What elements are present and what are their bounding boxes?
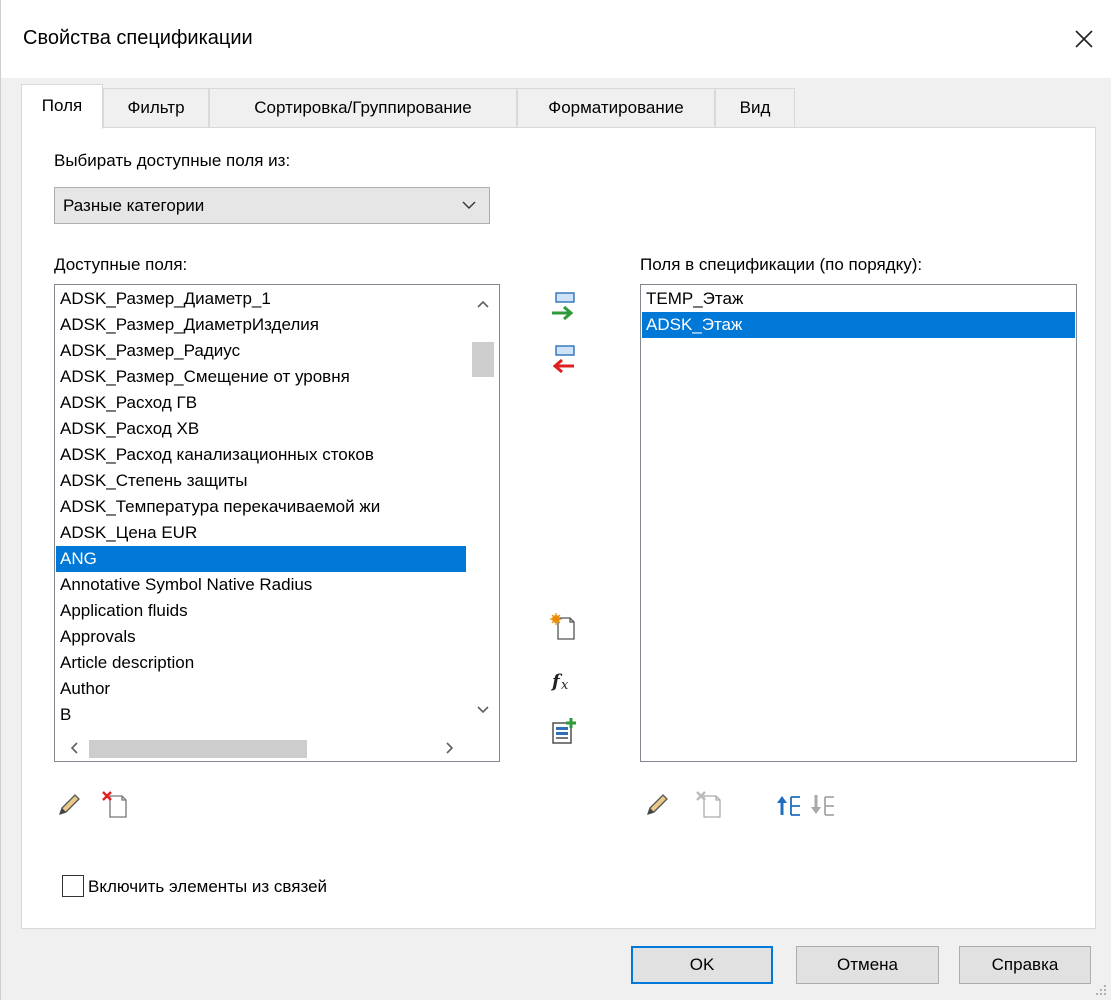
list-item[interactable]: Author xyxy=(56,676,466,702)
list-item[interactable]: Approvals xyxy=(56,624,466,650)
scroll-left-arrow[interactable] xyxy=(59,735,89,761)
list-item[interactable]: Application fluids xyxy=(56,598,466,624)
window-title: Свойства спецификации xyxy=(23,27,253,49)
vertical-scroll-thumb[interactable] xyxy=(472,342,494,377)
delete-parameter-icon xyxy=(102,791,127,818)
tab-sorting-grouping[interactable]: Сортировка/Группирование xyxy=(209,88,517,128)
tab-label: Фильтр xyxy=(127,97,185,117)
scroll-up-arrow[interactable] xyxy=(466,289,499,319)
schedule-properties-dialog: Свойства спецификации Поля Фильтр Сортир… xyxy=(0,0,1111,1000)
chevron-up-icon xyxy=(476,300,489,308)
scheduled-fields-list[interactable]: TEMP_Этаж ADSK_Этаж xyxy=(640,284,1077,762)
tab-formatting[interactable]: Форматирование xyxy=(517,88,715,128)
vertical-scrollbar[interactable] xyxy=(466,285,499,737)
category-dropdown[interactable]: Разные категории xyxy=(54,187,490,224)
move-down-icon xyxy=(811,795,834,816)
category-dropdown-value: Разные категории xyxy=(63,196,205,215)
scroll-down-arrow[interactable] xyxy=(466,695,499,725)
ok-button[interactable]: OK xyxy=(631,946,773,984)
combine-parameters-button[interactable] xyxy=(546,714,580,748)
tab-label: Сортировка/Группирование xyxy=(254,97,472,117)
list-item[interactable]: ADSK_Размер_Смещение от уровня xyxy=(56,364,466,390)
move-up-icon xyxy=(777,796,800,816)
list-item[interactable]: TEMP_Этаж xyxy=(642,286,1075,312)
list-item[interactable]: ADSK_Степень защиты xyxy=(56,468,466,494)
chevron-right-icon xyxy=(446,742,454,754)
list-item[interactable]: ADSK_Расход канализационных стоков xyxy=(56,442,466,468)
edit-pencil-icon xyxy=(58,794,80,816)
list-item[interactable]: B xyxy=(56,702,466,728)
available-fields-items: ADSK_Размер_Диаметр_1 ADSK_Размер_Диаметр… xyxy=(56,286,466,728)
include-links-label: Включить элементы из связей xyxy=(88,877,328,896)
chevron-left-icon xyxy=(70,742,78,754)
list-item[interactable]: ADSK_Этаж xyxy=(642,312,1075,338)
add-field-icon xyxy=(552,292,575,321)
list-item[interactable]: ADSK_Цена EUR xyxy=(56,520,466,546)
combine-parameters-icon xyxy=(552,718,576,744)
scheduled-fields-label: Поля в спецификации (по порядку): xyxy=(640,255,923,274)
close-button[interactable] xyxy=(1056,0,1111,78)
tab-fields[interactable]: Поля xyxy=(21,84,103,129)
list-item[interactable]: ADSK_Размер_ДиаметрИзделия xyxy=(56,312,466,338)
list-item[interactable]: ADSK_Температура перекачиваемой жи xyxy=(56,494,466,520)
scheduled-fields-items: TEMP_Этаж ADSK_Этаж xyxy=(642,286,1075,338)
move-up-button[interactable] xyxy=(772,788,806,822)
tab-label: Форматирование xyxy=(548,97,684,117)
close-icon xyxy=(1075,30,1093,48)
list-item[interactable]: ADSK_Расход ГВ xyxy=(56,390,466,416)
edit-pencil-icon xyxy=(646,794,668,816)
scroll-right-arrow[interactable] xyxy=(435,735,465,761)
chevron-down-icon xyxy=(476,706,489,714)
formula-icon: f x xyxy=(550,671,569,693)
title-bar: Свойства спецификации xyxy=(1,0,1111,78)
delete-parameter-icon xyxy=(696,791,721,818)
list-item[interactable]: ADSK_Расход ХВ xyxy=(56,416,466,442)
help-button[interactable]: Справка xyxy=(959,946,1091,984)
tab-filter[interactable]: Фильтр xyxy=(103,88,209,128)
new-parameter-icon xyxy=(550,613,575,640)
edit-available-field-button[interactable] xyxy=(52,788,86,822)
formula-button[interactable]: f x xyxy=(546,664,580,698)
remove-field-icon xyxy=(552,345,575,374)
list-item[interactable]: Article description xyxy=(56,650,466,676)
list-item[interactable]: Annotative Symbol Native Radius xyxy=(56,572,466,598)
add-field-button[interactable] xyxy=(546,289,580,323)
tab-view[interactable]: Вид xyxy=(715,88,795,128)
delete-scheduled-field-button[interactable] xyxy=(692,788,726,822)
list-item[interactable]: ADSK_Размер_Диаметр_1 xyxy=(56,286,466,312)
available-fields-list[interactable]: ADSK_Размер_Диаметр_1 ADSK_Размер_Диаметр… xyxy=(54,284,500,762)
source-label: Выбирать доступные поля из: xyxy=(54,151,291,170)
tab-label: Поля xyxy=(41,96,83,115)
chevron-down-icon xyxy=(462,201,476,209)
horizontal-scroll-thumb[interactable] xyxy=(89,740,307,758)
delete-available-field-button[interactable] xyxy=(98,788,132,822)
horizontal-scrollbar[interactable] xyxy=(55,735,467,761)
fields-tab-panel: Выбирать доступные поля из: Разные катег… xyxy=(21,127,1096,929)
svg-text:x: x xyxy=(561,678,569,693)
new-parameter-button[interactable] xyxy=(546,610,580,644)
move-down-button[interactable] xyxy=(806,788,840,822)
available-fields-label: Доступные поля: xyxy=(54,255,188,274)
cancel-button[interactable]: Отмена xyxy=(796,946,939,984)
resize-grip-icon[interactable] xyxy=(1095,984,1107,996)
edit-scheduled-field-button[interactable] xyxy=(640,788,674,822)
remove-field-button[interactable] xyxy=(546,342,580,376)
list-item[interactable]: ADSK_Размер_Радиус xyxy=(56,338,466,364)
tab-label: Вид xyxy=(739,97,771,117)
include-links-checkbox[interactable] xyxy=(62,875,84,897)
list-item[interactable]: ANG xyxy=(56,546,466,572)
